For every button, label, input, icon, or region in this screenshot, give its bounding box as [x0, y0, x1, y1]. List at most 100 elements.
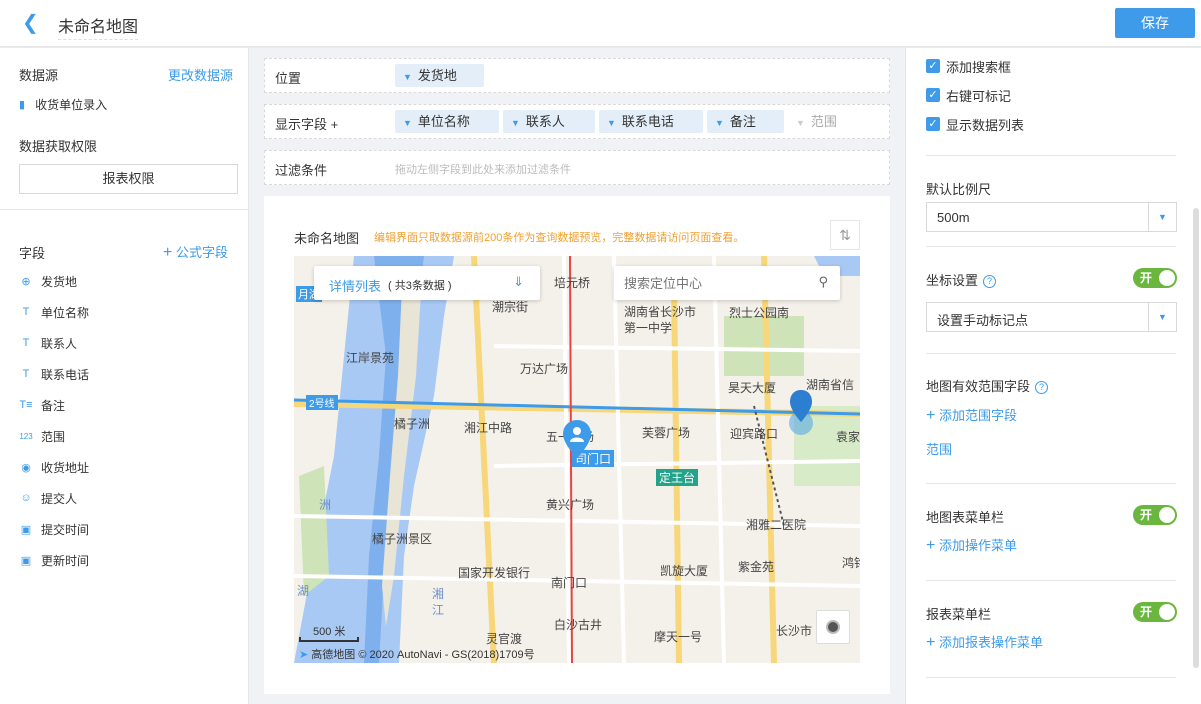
map-menu-toggle[interactable]: 开: [1133, 505, 1177, 525]
swap-icon[interactable]: ⇅: [830, 220, 860, 250]
divider: [926, 580, 1176, 581]
back-arrow-icon[interactable]: ❮: [22, 12, 44, 34]
display-fields-label[interactable]: 显示字段 +: [275, 114, 338, 133]
coord-mode-select[interactable]: 设置手动标记点 ▼: [926, 302, 1177, 332]
report-permission-button[interactable]: 报表权限: [19, 164, 238, 194]
coord-settings-title: 坐标设置?: [926, 270, 997, 289]
checkbox-checked-icon: ✓: [926, 59, 940, 73]
display-chip[interactable]: ▼ 单位名称: [395, 110, 499, 133]
map-label: 橘子洲景区: [372, 532, 433, 546]
scrollbar[interactable]: [1193, 208, 1199, 668]
user-icon: ☺: [20, 492, 32, 504]
position-drop-zone[interactable]: 位置 ▼ 发货地: [264, 58, 890, 93]
field-label: 联系人: [41, 336, 78, 351]
chip-label: 范围: [810, 114, 837, 129]
map-label: 摩天一号: [654, 630, 703, 644]
page-title[interactable]: 未命名地图: [58, 13, 139, 40]
detail-list-title: 详情列表: [329, 279, 382, 294]
locate-button[interactable]: [816, 610, 850, 644]
map-search-input[interactable]: [624, 274, 804, 292]
attribution-text: © 2020 AutoNavi - GS(2018)1709号: [358, 649, 535, 661]
field-item[interactable]: T 联系人: [19, 333, 77, 353]
caret-down-icon: ▼: [511, 118, 520, 128]
field-label: 单位名称: [41, 305, 90, 320]
display-fields-drop-zone[interactable]: 显示字段 + ▼ 单位名称 ▼ 联系人 ▼ 联系电话 ▼ 备注 ▼ 范围: [264, 104, 890, 139]
map-marker-icon[interactable]: [788, 390, 814, 436]
formula-field-label: 公式字段: [175, 245, 228, 260]
formula-field-button[interactable]: + 公式字段: [163, 242, 228, 262]
field-item[interactable]: ▣ 更新时间: [19, 550, 89, 570]
filter-drop-zone[interactable]: 过滤条件 拖动左侧字段到此处来添加过滤条件: [264, 150, 890, 185]
field-item[interactable]: ☺ 提交人: [19, 488, 77, 508]
map-brand: 高德地图: [311, 649, 356, 661]
field-item[interactable]: T 联系电话: [19, 364, 89, 384]
range-field-title: 地图有效范围字段?: [926, 376, 1049, 395]
datasource-item[interactable]: ▮ 收货单位录入: [19, 96, 107, 113]
help-icon[interactable]: ?: [1035, 381, 1049, 394]
map-label: 万达广场: [520, 362, 569, 376]
toggle-knob: [1159, 604, 1175, 620]
save-button[interactable]: 保存: [1115, 8, 1195, 38]
chip-label: 联系人: [525, 114, 565, 129]
map-label: 湘江: [432, 587, 445, 617]
map-label: 潮宗街: [492, 300, 529, 314]
double-chevron-down-icon[interactable]: ⇓: [513, 274, 524, 290]
caret-down-icon: ▼: [715, 118, 724, 128]
show-data-list-checkbox[interactable]: ✓ 显示数据列表: [926, 115, 1024, 133]
metro-line-label: 2号线: [306, 395, 338, 410]
display-chip-dragging[interactable]: ▼ 范围: [788, 110, 863, 133]
map-preview-card: 未命名地图 编辑界面只取数据源前200条作为查询数据预览，完整数据请访问页面查看…: [264, 196, 890, 694]
calendar-icon: ▣: [20, 554, 32, 567]
display-chip[interactable]: ▼ 备注: [707, 110, 784, 133]
position-label: 位置: [275, 71, 302, 86]
amap-logo-icon: ➤: [299, 649, 309, 661]
field-label: 更新时间: [41, 553, 90, 568]
add-link-label: 添加报表操作菜单: [938, 635, 1043, 650]
default-scale-select[interactable]: 500m ▼: [926, 202, 1177, 232]
add-operation-menu-button[interactable]: + 添加操作菜单: [926, 535, 1017, 555]
right-panel: ✓ 添加搜索框 ✓ 右键可标记 ✓ 显示数据列表 默认比例尺 500m ▼ 坐标设置?…: [905, 48, 1201, 704]
map-label: 芙蓉广场: [642, 426, 691, 440]
display-chip[interactable]: ▼ 联系人: [503, 110, 595, 133]
map-label: 袁家: [836, 430, 860, 444]
chip-label: 联系电话: [621, 114, 674, 129]
map-marker-icon[interactable]: [562, 420, 592, 460]
display-chip[interactable]: ▼ 联系电话: [599, 110, 703, 133]
divider: [926, 677, 1176, 678]
map-search-box[interactable]: ⚲: [614, 266, 840, 300]
coord-settings-toggle[interactable]: 开: [1133, 268, 1177, 288]
help-icon[interactable]: ?: [983, 275, 997, 288]
field-item[interactable]: ◉ 收货地址: [19, 457, 89, 477]
add-search-checkbox[interactable]: ✓ 添加搜索框: [926, 57, 1011, 75]
field-label: 发货地: [41, 274, 78, 289]
field-item[interactable]: ▣ 提交时间: [19, 519, 89, 539]
field-item[interactable]: T 单位名称: [19, 302, 89, 322]
search-icon[interactable]: ⚲: [818, 274, 828, 290]
default-scale-title: 默认比例尺: [926, 182, 992, 197]
range-field-item[interactable]: 范围: [926, 439, 952, 458]
toggle-knob: [1159, 270, 1175, 286]
field-item[interactable]: ⊕ 发货地: [19, 271, 77, 291]
divider: [926, 353, 1176, 354]
change-datasource-link[interactable]: 更改数据源: [168, 65, 233, 84]
position-chip[interactable]: ▼ 发货地: [395, 64, 484, 87]
checkbox-checked-icon: ✓: [926, 117, 940, 131]
right-click-mark-checkbox[interactable]: ✓ 右键可标记: [926, 86, 1011, 104]
map-label: 江岸景苑: [346, 351, 395, 365]
map-pin-icon: ◉: [21, 461, 31, 474]
select-value: 设置手动标记点: [937, 313, 1029, 328]
map-label: 黄兴广场: [546, 498, 595, 512]
report-menu-title: 报表菜单栏: [926, 607, 992, 622]
field-item[interactable]: 123 范围: [19, 426, 65, 446]
divider: [0, 209, 248, 210]
divider: [926, 246, 1176, 247]
add-range-field-button[interactable]: + 添加范围字段: [926, 405, 1017, 425]
text-icon: T: [22, 337, 30, 349]
report-menu-toggle[interactable]: 开: [1133, 602, 1177, 622]
field-item[interactable]: T≡ 备注: [19, 395, 65, 415]
locate-icon: [826, 620, 840, 634]
add-report-menu-button[interactable]: + 添加报表操作菜单: [926, 632, 1043, 652]
map-view[interactable]: 培元桥 潮宗街 湖南省长沙市第一中学 烈士公园南 江岸景苑 万达广场 昊天大厦 …: [294, 256, 860, 663]
coord-title-text: 坐标设置: [926, 273, 979, 288]
detail-list-panel[interactable]: 详情列表 ( 共3条数据 ) ⇓: [314, 266, 540, 300]
